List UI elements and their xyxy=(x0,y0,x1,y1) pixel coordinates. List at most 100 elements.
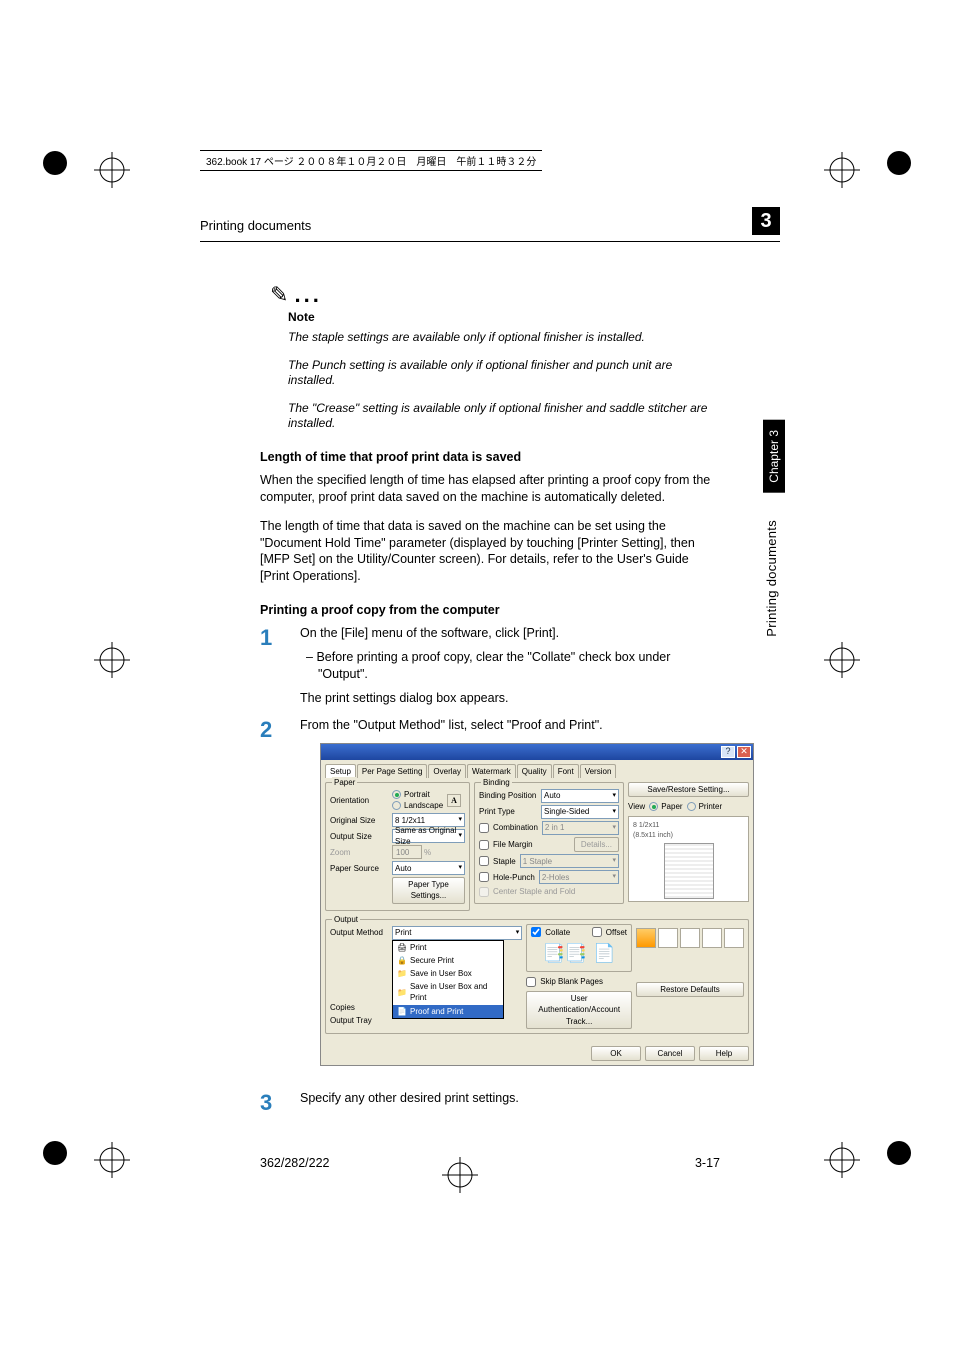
combination-check[interactable]: Combination xyxy=(479,822,538,833)
file-margin-check[interactable]: File Margin xyxy=(479,839,533,850)
view-paper-radio[interactable]: Paper xyxy=(649,801,682,812)
center-staple-check: Center Staple and Fold xyxy=(479,886,575,897)
copies-label: Copies xyxy=(330,1002,388,1013)
view-label: View xyxy=(628,801,645,812)
print-type-label: Print Type xyxy=(479,806,537,817)
help-button[interactable]: Help xyxy=(699,1046,749,1061)
tab-version[interactable]: Version xyxy=(580,764,617,778)
thumb-icon[interactable] xyxy=(636,928,656,948)
footer-model: 362/282/222 xyxy=(260,1156,330,1170)
dot-icon xyxy=(42,1140,68,1166)
thumbnail-row xyxy=(636,928,744,948)
paper-source-select[interactable]: Auto xyxy=(392,861,465,875)
paper-source-label: Paper Source xyxy=(330,863,388,874)
hole-punch-check[interactable]: Hole-Punch xyxy=(479,872,535,883)
ok-button[interactable]: OK xyxy=(591,1046,641,1061)
step-number: 1 xyxy=(260,625,300,707)
output-method-dropdown: 🖨Print 🔒Secure Print 📁Save in User Box 📁… xyxy=(392,940,504,1019)
group-title: Paper xyxy=(332,777,357,788)
thumb-icon[interactable] xyxy=(724,928,744,948)
output-size-select[interactable]: Same as Original Size xyxy=(392,829,465,843)
step-number: 3 xyxy=(260,1090,300,1116)
titlebar: ? ✕ xyxy=(321,744,753,760)
tab-font[interactable]: Font xyxy=(553,764,579,778)
binding-position-select[interactable]: Auto xyxy=(541,789,619,803)
note-text: The Punch setting is available only if o… xyxy=(288,358,720,389)
note-text: The "Crease" setting is available only i… xyxy=(288,401,720,432)
group-title: Binding xyxy=(481,777,512,788)
skip-blank-check[interactable]: Skip Blank Pages xyxy=(526,976,632,987)
chapter-number: 3 xyxy=(752,207,780,235)
auth-button[interactable]: User Authentication/Account Track... xyxy=(526,991,632,1029)
offset-icon: 📄 xyxy=(593,941,615,966)
portrait-radio[interactable]: Portrait xyxy=(392,789,443,800)
dot-icon xyxy=(42,150,68,176)
crop-mark-icon xyxy=(92,150,132,190)
dd-print[interactable]: 🖨Print xyxy=(393,941,503,954)
print-dialog: ? ✕ Setup Per Page Setting Overlay Water… xyxy=(320,743,754,1066)
combination-select: 2 in 1 xyxy=(542,821,619,835)
dd-save-box[interactable]: 📁Save in User Box xyxy=(393,967,503,980)
dd-secure-print[interactable]: 🔒Secure Print xyxy=(393,954,503,967)
thumb-icon[interactable] xyxy=(680,928,700,948)
step-number: 2 xyxy=(260,717,300,1080)
save-restore-button[interactable]: Save/Restore Setting... xyxy=(628,782,749,797)
step-text: On the [File] menu of the software, clic… xyxy=(300,625,720,643)
binding-position-label: Binding Position xyxy=(479,790,537,801)
tab-quality[interactable]: Quality xyxy=(517,764,552,778)
step-text: From the "Output Method" list, select "P… xyxy=(300,717,754,735)
orientation-label: Orientation xyxy=(330,795,388,806)
close-icon[interactable]: ✕ xyxy=(737,746,751,758)
dot-icon xyxy=(886,1140,912,1166)
crop-mark-icon xyxy=(822,150,862,190)
dd-save-box-print[interactable]: 📁Save in User Box and Print xyxy=(393,980,503,1004)
tab-watermark[interactable]: Watermark xyxy=(467,764,516,778)
staple-select: 1 Staple xyxy=(520,854,619,868)
output-method-label: Output Method xyxy=(330,927,388,938)
heading-proof-data-saved: Length of time that proof print data is … xyxy=(260,450,720,464)
zoom-spinner: 100% xyxy=(392,845,431,859)
note-icon: ✎ ... xyxy=(270,282,720,308)
crop-mark-icon xyxy=(92,1140,132,1180)
restore-defaults-button[interactable]: Restore Defaults xyxy=(636,982,744,997)
note-text: The staple settings are available only i… xyxy=(288,330,720,346)
binding-group: Binding Binding PositionAuto Print TypeS… xyxy=(474,782,624,904)
crop-mark-icon xyxy=(822,1140,862,1180)
step-text: Specify any other desired print settings… xyxy=(300,1090,720,1108)
body-paragraph: When the specified length of time has el… xyxy=(260,472,720,506)
original-size-label: Original Size xyxy=(330,815,388,826)
step-subtext: Before printing a proof copy, clear the … xyxy=(318,649,720,684)
landscape-radio[interactable]: Landscape xyxy=(392,800,443,811)
staple-check[interactable]: Staple xyxy=(479,856,516,867)
details-button: Details... xyxy=(574,837,619,852)
output-method-select[interactable]: Print xyxy=(392,926,522,940)
thumb-icon[interactable] xyxy=(702,928,722,948)
paper-type-button[interactable]: Paper Type Settings... xyxy=(392,877,465,903)
preview-box: 8 1/2x11 (8.5x11 inch) xyxy=(628,816,749,902)
tab-per-page[interactable]: Per Page Setting xyxy=(357,764,427,778)
step-after-text: The print settings dialog box appears. xyxy=(300,690,720,708)
section-title: Printing documents xyxy=(200,218,752,233)
offset-check[interactable]: Offset xyxy=(592,927,627,938)
print-type-select[interactable]: Single-Sided xyxy=(541,805,619,819)
output-size-label: Output Size xyxy=(330,831,388,842)
crop-mark-icon xyxy=(822,640,862,680)
tab-setup[interactable]: Setup xyxy=(325,764,356,778)
collate-check[interactable]: Collate xyxy=(531,927,570,938)
thumb-icon[interactable] xyxy=(658,928,678,948)
tabs: Setup Per Page Setting Overlay Watermark… xyxy=(321,760,753,778)
dd-proof-print[interactable]: 📄Proof and Print xyxy=(393,1005,503,1018)
crop-mark-icon xyxy=(92,640,132,680)
paper-group: Paper Orientation Portrait Landscape A xyxy=(325,782,470,911)
output-tray-label: Output Tray xyxy=(330,1015,388,1026)
cancel-button[interactable]: Cancel xyxy=(645,1046,695,1061)
body-paragraph: The length of time that data is saved on… xyxy=(260,518,720,586)
dot-icon xyxy=(886,150,912,176)
output-group: Output Output Method Print 🖨Print � xyxy=(325,919,749,1034)
heading-proof-copy: Printing a proof copy from the computer xyxy=(260,603,720,617)
view-printer-radio[interactable]: Printer xyxy=(687,801,723,812)
help-icon[interactable]: ? xyxy=(721,746,735,758)
note-label: Note xyxy=(288,310,720,324)
tab-overlay[interactable]: Overlay xyxy=(428,764,466,778)
group-title: Output xyxy=(332,914,360,925)
